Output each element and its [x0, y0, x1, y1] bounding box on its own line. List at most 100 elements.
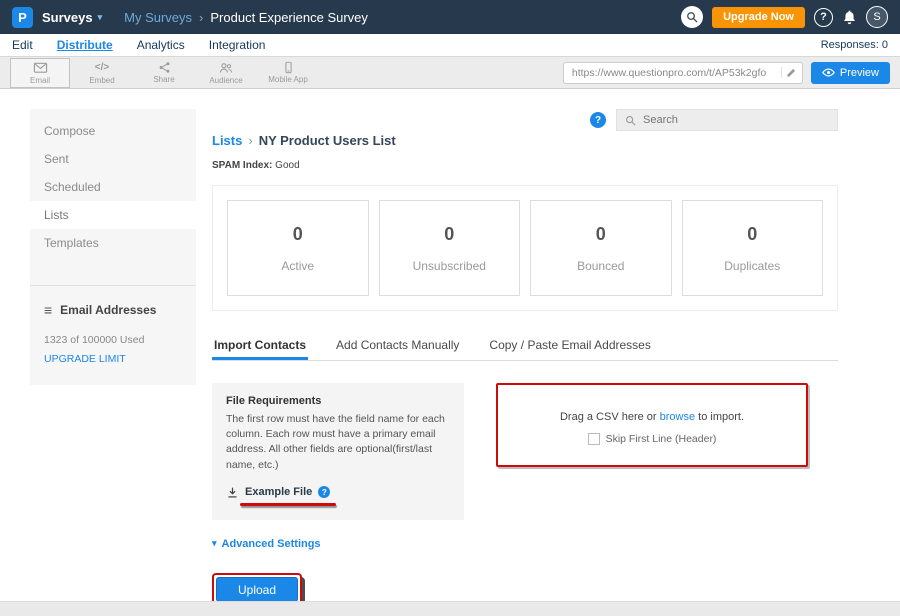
- search-icon[interactable]: [681, 6, 703, 28]
- skip-first-line-row: Skip First Line (Header): [508, 433, 796, 445]
- channel-label: Mobile App: [268, 75, 308, 84]
- channel-items: Email </> Embed Share Audience Mobile Ap…: [10, 58, 318, 88]
- lists-main: ? Lists › NY Product Users List SPAM Index…: [196, 109, 838, 606]
- tab-integration[interactable]: Integration: [209, 38, 266, 52]
- embed-code-icon: </>: [95, 61, 109, 75]
- preview-button[interactable]: Preview: [811, 62, 890, 84]
- search-icon: [625, 115, 636, 126]
- stat-label: Unsubscribed: [413, 259, 486, 273]
- example-file-help-icon[interactable]: ?: [318, 486, 330, 498]
- stat-value: 0: [747, 224, 757, 245]
- upgrade-now-button[interactable]: Upgrade Now: [712, 7, 805, 28]
- top-bar-right: Upgrade Now ? S: [681, 6, 888, 28]
- product-name: Surveys: [42, 10, 93, 25]
- dropzone-text-after: to import.: [698, 411, 744, 423]
- breadcrumb-my-surveys[interactable]: My Surveys: [124, 10, 192, 25]
- distribute-toolbar: Email </> Embed Share Audience Mobile Ap…: [0, 56, 900, 89]
- caret-down-icon: ▾: [212, 538, 217, 549]
- eye-icon: [822, 66, 835, 79]
- survey-url-input[interactable]: [572, 67, 781, 79]
- sidebar-item-lists[interactable]: Lists: [30, 201, 196, 229]
- email-usage-count: 1323 of 100000 Used: [44, 334, 182, 346]
- search-input[interactable]: [643, 114, 829, 126]
- tab-distribute[interactable]: Distribute: [57, 38, 113, 52]
- stat-value: 0: [596, 224, 606, 245]
- survey-nav: Edit Distribute Analytics Integration Re…: [0, 34, 900, 56]
- tab-import-contacts[interactable]: Import Contacts: [212, 329, 308, 360]
- advanced-settings-label: Advanced Settings: [222, 538, 321, 550]
- email-addresses-label: Email Addresses: [60, 303, 156, 317]
- contact-tabs: Import Contacts Add Contacts Manually Co…: [212, 329, 838, 361]
- tab-add-contacts-manually[interactable]: Add Contacts Manually: [334, 329, 461, 360]
- mobile-app-icon: [282, 61, 295, 74]
- sidebar-item-templates[interactable]: Templates: [30, 229, 196, 257]
- survey-title: Product Experience Survey: [210, 10, 368, 25]
- channel-embed[interactable]: </> Embed: [72, 58, 132, 88]
- advanced-settings-toggle[interactable]: ▾ Advanced Settings: [212, 538, 321, 550]
- sidebar-item-compose[interactable]: Compose: [30, 117, 196, 145]
- main-top-row: ?: [212, 109, 838, 131]
- list-icon: ≡: [44, 302, 52, 318]
- breadcrumb-separator: ›: [248, 133, 252, 148]
- file-requirements-title: File Requirements: [226, 395, 450, 407]
- breadcrumb: My Surveys › Product Experience Survey: [124, 10, 368, 25]
- tab-copy-paste-emails[interactable]: Copy / Paste Email Addresses: [487, 329, 652, 360]
- questionpro-logo[interactable]: P: [12, 7, 33, 28]
- chevron-down-icon: ▾: [98, 12, 103, 23]
- channel-label: Share: [153, 75, 174, 84]
- file-requirements-box: File Requirements The first row must hav…: [212, 383, 464, 520]
- audience-icon: [219, 61, 233, 75]
- responses-count[interactable]: Responses: 0: [821, 39, 888, 51]
- tab-edit[interactable]: Edit: [12, 38, 33, 52]
- breadcrumb-lists-link[interactable]: Lists: [212, 133, 242, 148]
- spam-index: SPAM Index: Good: [212, 160, 838, 171]
- stat-value: 0: [293, 224, 303, 245]
- sidebar-item-sent[interactable]: Sent: [30, 145, 196, 173]
- channel-share[interactable]: Share: [134, 58, 194, 88]
- app: P Surveys ▾ My Surveys › Product Experie…: [0, 0, 900, 616]
- example-file-link[interactable]: Example File: [245, 486, 312, 498]
- avatar[interactable]: S: [866, 6, 888, 28]
- download-icon: [226, 486, 239, 499]
- dropzone-instruction: Drag a CSV here or browse to import.: [508, 411, 796, 423]
- list-name: NY Product Users List: [259, 133, 396, 148]
- skip-first-line-checkbox[interactable]: [588, 433, 600, 445]
- channel-mobile-app[interactable]: Mobile App: [258, 58, 318, 88]
- stat-label: Active: [281, 259, 314, 273]
- toolbar-right: Preview: [563, 62, 890, 84]
- browse-link[interactable]: browse: [660, 411, 695, 423]
- breadcrumb-separator: ›: [199, 10, 203, 25]
- help-icon[interactable]: ?: [590, 112, 606, 128]
- example-file-row: Example File ?: [226, 486, 330, 506]
- stat-label: Bounced: [577, 259, 624, 273]
- tab-analytics[interactable]: Analytics: [137, 38, 185, 52]
- product-switcher[interactable]: Surveys ▾: [42, 10, 102, 25]
- content: Compose Sent Scheduled Lists Templates ≡…: [0, 89, 900, 606]
- logo-letter: P: [18, 10, 27, 25]
- survey-url-box: [563, 62, 803, 84]
- list-search-box: [616, 109, 838, 131]
- skip-first-line-label: Skip First Line (Header): [606, 433, 717, 445]
- top-bar: P Surveys ▾ My Surveys › Product Experie…: [0, 0, 900, 34]
- stat-card-active: 0 Active: [227, 200, 369, 296]
- help-icon[interactable]: ?: [814, 8, 833, 27]
- stat-card-unsubscribed: 0 Unsubscribed: [379, 200, 521, 296]
- notifications-bell-icon[interactable]: [842, 10, 857, 25]
- channel-label: Embed: [89, 76, 114, 85]
- email-sidebar: Compose Sent Scheduled Lists Templates ≡…: [30, 109, 196, 385]
- list-breadcrumb: Lists › NY Product Users List: [212, 133, 838, 148]
- sidebar-item-scheduled[interactable]: Scheduled: [30, 173, 196, 201]
- import-contacts-panel: File Requirements The first row must hav…: [212, 383, 838, 520]
- channel-audience[interactable]: Audience: [196, 58, 256, 88]
- edit-url-pencil-icon[interactable]: [781, 67, 797, 78]
- stat-value: 0: [444, 224, 454, 245]
- top-bar-left: P Surveys ▾ My Surveys › Product Experie…: [12, 7, 368, 28]
- bottom-strip: [0, 601, 900, 616]
- csv-dropzone-annotation-box[interactable]: Drag a CSV here or browse to import. Ski…: [496, 383, 808, 467]
- spam-index-value: Good: [275, 160, 299, 171]
- share-icon: [158, 61, 171, 74]
- upload-button[interactable]: Upload: [216, 577, 298, 602]
- channel-email[interactable]: Email: [10, 58, 70, 88]
- annotation-underline-example-file: [240, 503, 336, 506]
- upgrade-limit-link[interactable]: UPGRADE LIMIT: [44, 353, 126, 365]
